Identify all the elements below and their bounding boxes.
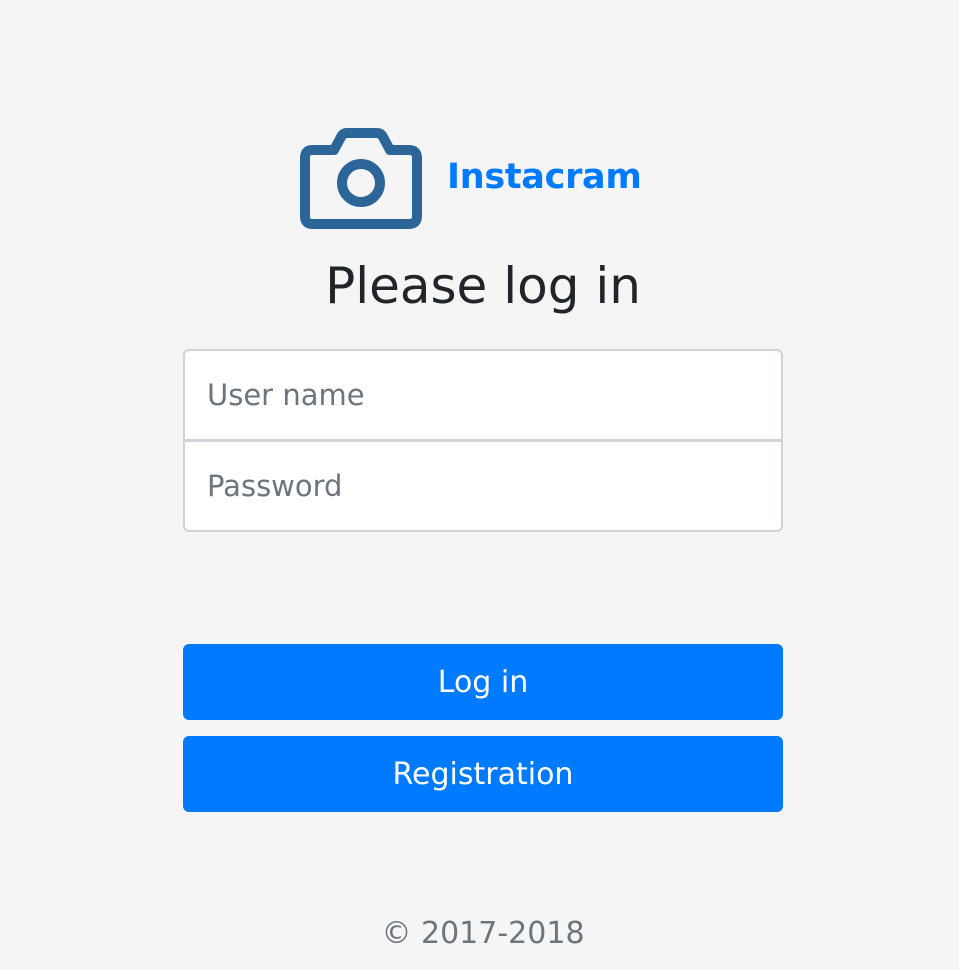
login-button[interactable]: Log in xyxy=(183,644,783,720)
password-input[interactable] xyxy=(183,440,783,532)
brand-name: Instacram xyxy=(447,157,642,197)
username-input[interactable] xyxy=(183,349,783,441)
brand-link[interactable]: Instacram xyxy=(300,128,642,232)
camera-icon xyxy=(300,128,422,229)
login-page: Instacram Please log in Log in Registrat… xyxy=(0,0,959,970)
page-title: Please log in xyxy=(325,257,641,315)
registration-button[interactable]: Registration xyxy=(183,736,783,812)
copyright-footer: © 2017-2018 xyxy=(381,916,585,951)
